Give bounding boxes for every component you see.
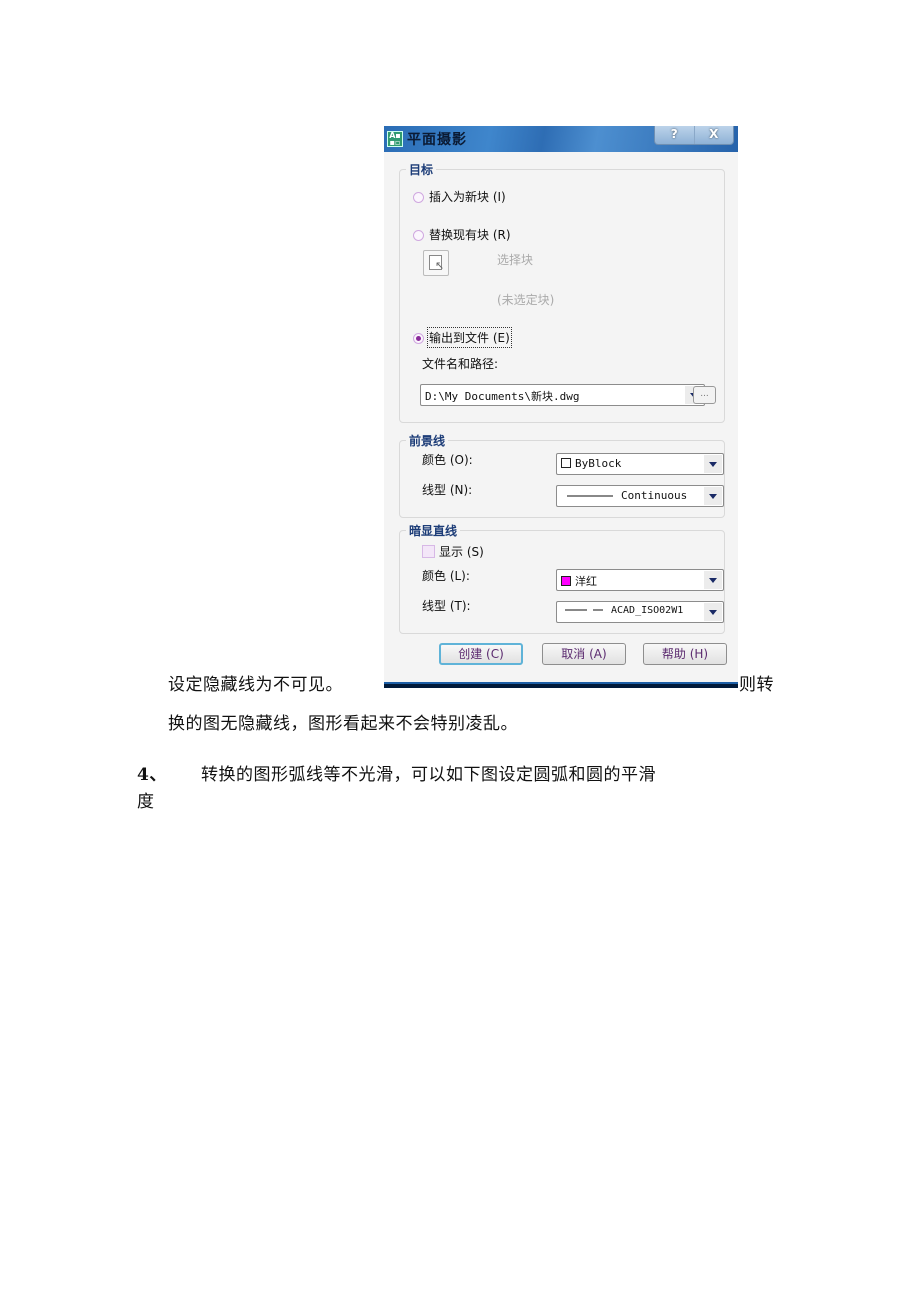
foreground-color-label: 颜色 (O): <box>422 453 473 467</box>
select-block-label: 选择块 <box>497 253 534 267</box>
obscured-linetype-combo[interactable]: ACAD_ISO02W1 <box>556 601 724 623</box>
paragraph-line1-start: 设定隐藏线为不可见。 <box>168 675 343 695</box>
dashed-line-sample <box>565 609 603 611</box>
file-path-combo[interactable]: D:\My Documents\新块.dwg <box>420 384 705 406</box>
obscured-color-combo[interactable]: 洋红 <box>556 569 724 591</box>
close-title-button[interactable]: X <box>695 126 734 144</box>
file-path-value: D:\My Documents\新块.dwg <box>425 390 580 403</box>
dialog-bottom-edge <box>384 682 738 688</box>
dialog-title: 平面摄影 <box>407 132 467 148</box>
foreground-linetype-label: 线型 (N): <box>422 483 473 497</box>
foreground-linetype-value: Continuous <box>621 489 688 502</box>
insert-new-block-radio[interactable] <box>413 192 424 203</box>
chevron-down-icon[interactable] <box>704 571 722 589</box>
chevron-down-icon[interactable] <box>704 455 722 473</box>
select-block-button[interactable] <box>423 250 449 276</box>
foreground-group-title: 前景线 <box>406 432 449 449</box>
foreground-linetype-combo[interactable]: Continuous <box>556 485 724 507</box>
target-group: 目标 插入为新块 (I) 替换现有块 (R) 选择块 (未选定块) 输出到文件 … <box>399 161 725 423</box>
no-block-selected-label: (未选定块) <box>497 293 555 307</box>
file-path-label: 文件名和路径: <box>422 357 499 371</box>
list-item-number: 4、 <box>137 765 167 785</box>
obscured-color-label: 颜色 (L): <box>422 569 470 583</box>
list-item-text: 转换的图形弧线等不光滑，可以如下图设定圆弧和圆的平滑 <box>201 765 656 785</box>
export-to-file-label[interactable]: 输出到文件 (E) <box>427 327 512 348</box>
browse-button[interactable]: ... <box>693 386 716 404</box>
continuous-line-sample <box>567 495 613 497</box>
obscured-color-value: 洋红 <box>575 575 597 588</box>
help-button[interactable]: 帮助 (H) <box>643 643 727 665</box>
target-group-title: 目标 <box>406 161 437 178</box>
chevron-down-icon[interactable] <box>704 487 722 505</box>
show-checkbox[interactable] <box>422 545 435 558</box>
replace-existing-block-label[interactable]: 替换现有块 (R) <box>429 226 511 243</box>
foreground-color-value: ByBlock <box>575 457 622 470</box>
list-item-wrap: 度 <box>137 792 155 812</box>
color-swatch <box>561 576 571 586</box>
obscured-linetype-label: 线型 (T): <box>422 599 471 613</box>
foreground-lines-group: 前景线 颜色 (O): ByBlock 线型 (N): Continuous <box>399 432 725 518</box>
replace-existing-block-radio[interactable] <box>413 230 424 241</box>
cancel-button[interactable]: 取消 (A) <box>542 643 626 665</box>
foreground-color-combo[interactable]: ByBlock <box>556 453 724 475</box>
dialog-titlebar: A▪ ▪▫ 平面摄影 ? X <box>384 126 738 152</box>
obscured-lines-group: 暗显直线 显示 (S) 颜色 (L): 洋红 线型 (T): ACAD_ISO0… <box>399 522 725 634</box>
show-label[interactable]: 显示 (S) <box>439 543 484 560</box>
create-button[interactable]: 创建 (C) <box>439 643 523 665</box>
help-title-button[interactable]: ? <box>655 126 695 144</box>
paragraph-line2: 换的图无隐藏线，图形看起来不会特别凌乱。 <box>168 714 518 734</box>
flatshot-dialog: A▪▪▫ 平面摄影 ? X 目标 插入为新块 (I) 替换现有块 (R) 选择块… <box>384 126 738 688</box>
color-swatch <box>561 458 571 468</box>
obscured-linetype-value: ACAD_ISO02W1 <box>611 605 684 616</box>
paragraph-line1-end: 则转 <box>739 675 774 695</box>
obscured-group-title: 暗显直线 <box>406 522 461 539</box>
chevron-down-icon[interactable] <box>704 603 722 621</box>
autocad-app-icon: A▪ ▪▫ <box>387 131 403 147</box>
title-buttons: ? X <box>654 126 734 145</box>
insert-new-block-label[interactable]: 插入为新块 (I) <box>429 188 506 205</box>
export-to-file-radio[interactable] <box>413 333 424 344</box>
